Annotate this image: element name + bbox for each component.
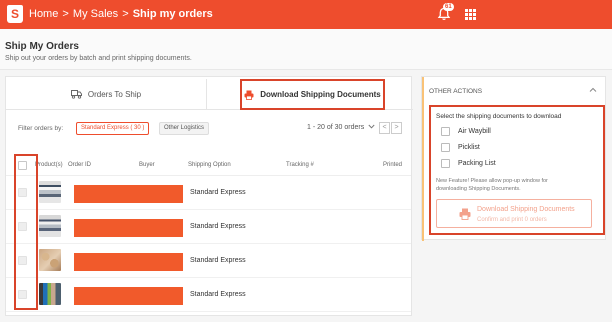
page-title: Ship My Orders: [5, 41, 79, 52]
other-actions-title: OTHER ACTIONS: [429, 88, 483, 95]
pagination-text: 1 - 20 of 30 orders: [307, 124, 365, 131]
breadcrumb-separator: >: [62, 8, 69, 20]
product-thumbnail: [39, 249, 61, 271]
packing-list-checkbox[interactable]: [441, 159, 450, 168]
table-row[interactable]: Standard Express: [6, 176, 411, 210]
document-selection-prompt: Select the shipping documents to downloa…: [436, 113, 562, 120]
column-header-order-id: Order ID: [68, 162, 92, 168]
feature-note: New Feature! Please allow pop-up window …: [436, 177, 596, 193]
option-label: Air Waybill: [458, 128, 491, 135]
truck-icon: [70, 90, 82, 99]
option-air-waybill[interactable]: Air Waybill: [441, 127, 491, 136]
download-button-label: Download Shipping Documents: [477, 206, 575, 213]
shipping-option-value: Standard Express: [190, 223, 246, 230]
shipping-option-value: Standard Express: [190, 189, 246, 196]
shopee-logo-icon[interactable]: S: [7, 5, 23, 23]
notification-count-badge: 61: [443, 3, 454, 11]
table-header: Product(s) Order ID Buyer Shipping Optio…: [6, 154, 411, 176]
tab-divider: [206, 79, 207, 110]
chevron-down-icon: [368, 124, 375, 129]
breadcrumb-my-sales[interactable]: My Sales: [73, 8, 118, 20]
breadcrumb-home[interactable]: Home: [29, 8, 58, 20]
shipping-option-value: Standard Express: [190, 291, 246, 298]
feature-note-line2: downloading Shipping Documents.: [436, 186, 521, 192]
column-header-shipping-option: Shipping Option: [188, 162, 231, 168]
table-row[interactable]: Standard Express: [6, 244, 411, 278]
top-navigation-bar: S Home > My Sales > Ship my orders 61: [0, 0, 612, 29]
redacted-order-info: [74, 185, 183, 203]
filter-chip-other-logistics[interactable]: Other Logistics: [159, 122, 210, 135]
picklist-checkbox[interactable]: [441, 143, 450, 152]
redacted-order-info: [74, 287, 183, 305]
redacted-order-info: [74, 253, 183, 271]
column-header-printed: Printed: [383, 162, 403, 168]
filter-chip-standard-express[interactable]: Standard Express ( 30 ): [76, 122, 150, 135]
prev-page-button[interactable]: <: [379, 122, 390, 134]
breadcrumb: Home > My Sales > Ship my orders: [29, 8, 213, 20]
next-page-button[interactable]: >: [391, 122, 402, 134]
option-label: Picklist: [458, 144, 480, 151]
table-row[interactable]: Standard Express: [6, 278, 411, 312]
apps-grid-icon[interactable]: [465, 9, 476, 20]
breadcrumb-separator: >: [122, 8, 129, 20]
feature-note-line1: New Feature! Please allow pop-up window …: [436, 178, 548, 184]
breadcrumb-current: Ship my orders: [132, 8, 213, 20]
page-subtitle: Ship out your orders by batch and print …: [5, 55, 192, 62]
column-header-buyer: Buyer: [139, 162, 155, 168]
document-selection-box: Select the shipping documents to downloa…: [429, 105, 605, 235]
filter-label: Filter orders by:: [18, 125, 64, 132]
column-header-products: Product(s): [35, 162, 63, 168]
page-header: Ship My Orders Ship out your orders by b…: [0, 29, 612, 70]
pagination-dropdown[interactable]: 1 - 20 of 30 orders: [307, 124, 375, 131]
chevron-up-icon[interactable]: [589, 87, 597, 93]
panel-accent-strip: [422, 77, 424, 241]
tab-orders-to-ship[interactable]: Orders To Ship: [6, 79, 206, 110]
printer-icon: [244, 90, 254, 100]
redacted-order-info: [74, 219, 183, 237]
printer-icon: [459, 208, 471, 220]
option-packing-list[interactable]: Packing List: [441, 159, 496, 168]
product-thumbnail: [39, 181, 61, 203]
download-shipping-documents-button[interactable]: Download Shipping Documents Confirm and …: [436, 199, 592, 228]
other-actions-panel: OTHER ACTIONS Select the shipping docume…: [421, 76, 606, 241]
shipping-option-value: Standard Express: [190, 257, 246, 264]
tab-download-label: Download Shipping Documents: [260, 90, 381, 99]
checkbox-column-highlight: [14, 154, 38, 310]
product-thumbnail: [39, 215, 61, 237]
tab-download-shipping-documents[interactable]: Download Shipping Documents: [240, 79, 385, 110]
orders-panel: Orders To Ship Download Shipping Documen…: [5, 76, 413, 316]
table-row[interactable]: Standard Express: [6, 210, 411, 244]
column-header-tracking: Tracking #: [286, 162, 314, 168]
option-label: Packing List: [458, 160, 496, 167]
download-button-sublabel: Confirm and print 0 orders: [477, 217, 547, 223]
product-thumbnail: [39, 283, 61, 305]
option-picklist[interactable]: Picklist: [441, 143, 480, 152]
tab-orders-to-ship-label: Orders To Ship: [87, 89, 142, 99]
air-waybill-checkbox[interactable]: [441, 127, 450, 136]
